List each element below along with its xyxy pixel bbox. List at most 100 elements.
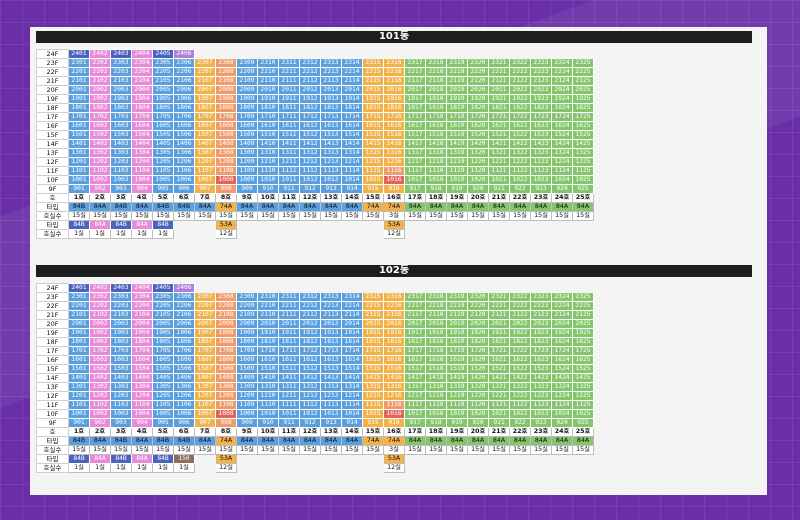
room-count-cell: 15실 xyxy=(194,211,216,221)
empty-cell xyxy=(237,50,258,59)
unit-cell: 1116 xyxy=(383,400,405,410)
unit-cell: 907 xyxy=(194,184,216,194)
unit-cell: 1624 xyxy=(551,355,573,365)
unit-cell: 1222 xyxy=(509,157,531,167)
unit-cell: 916 xyxy=(383,418,405,428)
unit-cell: 2006 xyxy=(173,85,195,95)
type-cell: 84A xyxy=(425,436,447,446)
unit-cell: 1111 xyxy=(278,400,300,410)
unit-cell: 2023 xyxy=(530,319,552,329)
room-count-cell: 15실 xyxy=(572,445,594,455)
floor-label: 20F xyxy=(36,319,69,329)
unit-cell: 2325 xyxy=(572,292,594,302)
unit-cell: 1508 xyxy=(215,130,237,140)
unit-cell: 2225 xyxy=(572,301,594,311)
unit-cell: 1405 xyxy=(152,373,174,383)
unit-cell: 1315 xyxy=(362,148,384,158)
unit-cell: 1121 xyxy=(488,400,510,410)
unit-cell: 1218 xyxy=(425,157,447,167)
unit-cell: 1421 xyxy=(488,373,510,383)
room-count-cell: 15실 xyxy=(509,445,531,455)
room-count-cell: 15실 xyxy=(131,211,153,221)
unit-cell: 1811 xyxy=(278,337,300,347)
unit-cell: 1524 xyxy=(551,130,573,140)
unit-cell: 923 xyxy=(530,418,552,428)
unit-cell: 2322 xyxy=(509,292,531,302)
unit-cell: 1819 xyxy=(446,103,468,113)
unit-cell: 1707 xyxy=(194,346,216,356)
unit-cell: 1206 xyxy=(173,391,195,401)
extra-type-cell: 84B xyxy=(110,220,132,230)
ho-cell: 21호 xyxy=(488,427,510,437)
unit-cell: 1324 xyxy=(551,382,573,392)
unit-cell: 1721 xyxy=(488,112,510,122)
unit-cell: 2318 xyxy=(425,58,447,68)
ho-cell: 20호 xyxy=(467,193,489,203)
unit-cell: 1609 xyxy=(236,121,258,131)
unit-cell: 1710 xyxy=(257,112,279,122)
empty-cell xyxy=(363,230,384,239)
unit-cell: 1212 xyxy=(299,391,321,401)
unit-cell: 1314 xyxy=(341,382,363,392)
unit-cell: 1618 xyxy=(425,355,447,365)
empty-cell xyxy=(489,50,510,59)
unit-cell: 2304 xyxy=(131,58,153,68)
unit-cell: 2323 xyxy=(530,58,552,68)
unit-cell: 1719 xyxy=(446,346,468,356)
unit-cell: 901 xyxy=(68,184,90,194)
unit-cell: 1119 xyxy=(446,400,468,410)
unit-cell: 2218 xyxy=(425,67,447,77)
floor-label: 19F xyxy=(36,94,69,104)
unit-cell: 1821 xyxy=(488,337,510,347)
unit-cell: 1501 xyxy=(68,130,90,140)
unit-cell: 1910 xyxy=(257,328,279,338)
unit-cell: 913 xyxy=(320,418,342,428)
empty-cell xyxy=(342,221,363,230)
unit-cell: 1614 xyxy=(341,355,363,365)
ho-cell: 12호 xyxy=(299,193,321,203)
unit-cell: 1814 xyxy=(341,337,363,347)
unit-cell: 1412 xyxy=(299,139,321,149)
unit-cell: 1724 xyxy=(551,112,573,122)
unit-cell: 1424 xyxy=(551,139,573,149)
unit-cell: 904 xyxy=(131,418,153,428)
ho-cell: 18호 xyxy=(425,427,447,437)
floor-plan-sheet: 101동 24F 2401 2402 2403 2404 2405 2406 23F 2301 2… xyxy=(30,27,767,495)
room-count-cell: 15실 xyxy=(152,445,174,455)
unit-cell: 1823 xyxy=(530,103,552,113)
unit-cell: 1009 xyxy=(236,175,258,185)
unit-cell: 2317 xyxy=(404,292,426,302)
unit-cell: 1906 xyxy=(173,328,195,338)
unit-cell: 1017 xyxy=(404,175,426,185)
unit-cell: 1923 xyxy=(530,94,552,104)
unit-cell: 1413 xyxy=(320,373,342,383)
unit-cell: 1123 xyxy=(530,400,552,410)
room-count-cell: 15실 xyxy=(530,211,552,221)
unit-cell: 1314 xyxy=(341,148,363,158)
unit-cell: 1504 xyxy=(131,364,153,374)
extra-type-cell: 53A xyxy=(215,220,237,230)
type-cell: 84A xyxy=(341,202,363,212)
unit-cell: 1905 xyxy=(152,328,174,338)
floor-label: 17F xyxy=(36,112,69,122)
unit-cell: 2124 xyxy=(551,310,573,320)
unit-cell: 1625 xyxy=(572,355,594,365)
unit-cell: 1623 xyxy=(530,355,552,365)
unit-cell: 1317 xyxy=(404,148,426,158)
ho-cell: 4호 xyxy=(131,427,153,437)
empty-cell xyxy=(174,230,195,239)
unit-cell: 2013 xyxy=(320,319,342,329)
unit-cell: 1902 xyxy=(89,328,111,338)
unit-cell: 919 xyxy=(446,184,468,194)
unit-cell: 2021 xyxy=(488,85,510,95)
ho-cell: 14호 xyxy=(341,193,363,203)
unit-cell: 2225 xyxy=(572,67,594,77)
unit-cell: 2017 xyxy=(404,319,426,329)
unit-cell: 1802 xyxy=(89,337,111,347)
ho-cell: 17호 xyxy=(404,193,426,203)
floor-label: 24F xyxy=(36,49,69,59)
unit-cell: 1123 xyxy=(530,166,552,176)
empty-cell xyxy=(342,284,363,293)
extra-room-count-cell: 1실 xyxy=(173,463,195,473)
unit-cell: 1309 xyxy=(236,382,258,392)
